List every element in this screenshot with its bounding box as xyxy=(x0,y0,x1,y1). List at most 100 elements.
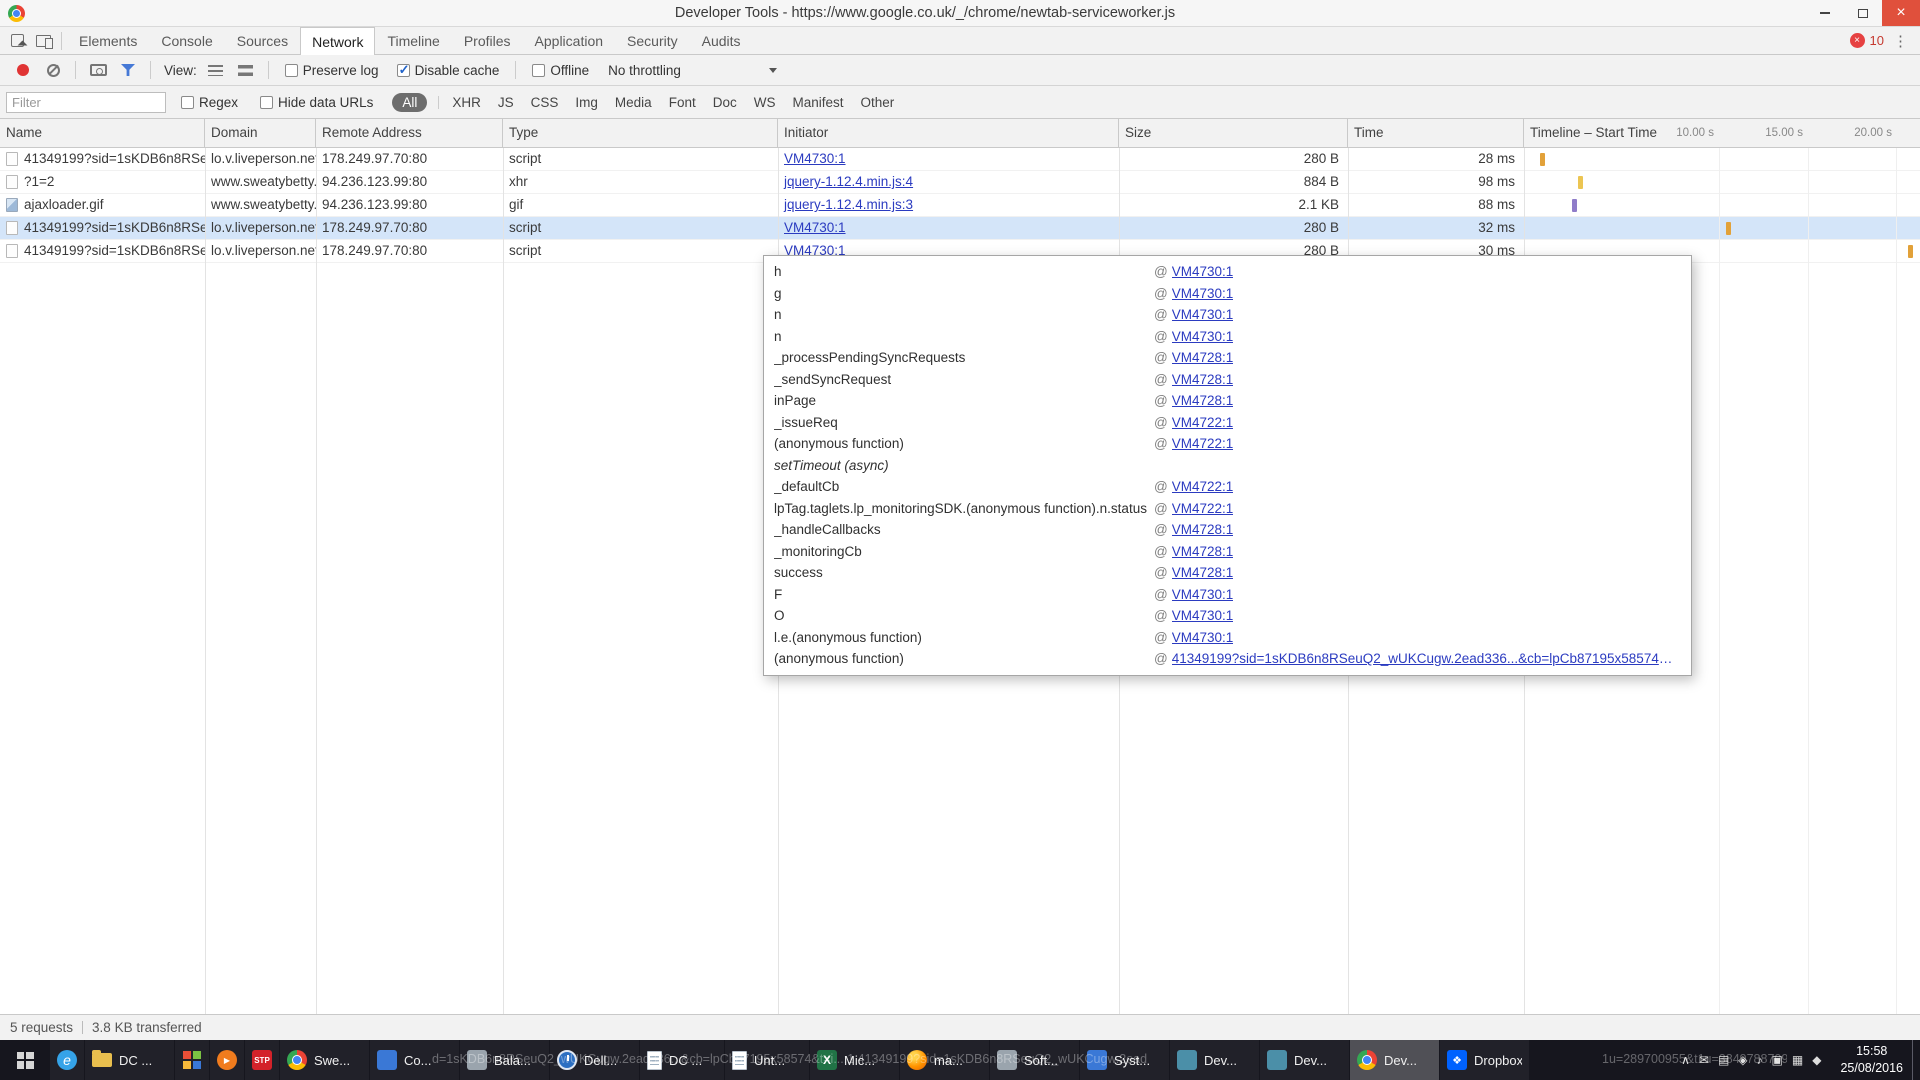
tray-icon[interactable]: ◈ xyxy=(1738,1053,1747,1067)
network-request-row[interactable]: 41349199?sid=1sKDB6n8RSeu... lo.v.livepe… xyxy=(0,148,1920,171)
network-filter-input[interactable] xyxy=(6,92,166,113)
disable-cache-checkbox[interactable]: Disable cache xyxy=(397,63,500,78)
network-request-row[interactable]: ?1=2 www.sweatybetty... 94.236.123.99:80… xyxy=(0,171,1920,194)
column-header[interactable]: Time xyxy=(1348,119,1524,147)
column-header[interactable]: Name xyxy=(0,119,205,147)
record-button[interactable] xyxy=(10,58,36,82)
resource-filter-pill[interactable]: WS xyxy=(752,93,778,112)
column-header[interactable]: Domain xyxy=(205,119,316,147)
tray-icon[interactable]: ▤ xyxy=(1718,1053,1729,1067)
resource-filter-pill[interactable]: Manifest xyxy=(790,93,845,112)
resource-filter-pill[interactable]: Font xyxy=(667,93,698,112)
taskbar-item[interactable]: Mic... xyxy=(810,1040,899,1080)
hide-data-urls-checkbox[interactable]: Hide data URLs xyxy=(260,95,373,110)
maximize-button[interactable] xyxy=(1844,0,1882,26)
stack-source-link[interactable]: VM4730:1 xyxy=(1172,630,1234,645)
tray-icon[interactable]: ▦ xyxy=(1792,1053,1803,1067)
taskbar-item[interactable]: Syst... xyxy=(1080,1040,1169,1080)
stack-source-link[interactable]: VM4730:1 xyxy=(1172,307,1234,322)
taskbar-item[interactable]: Bala... xyxy=(460,1040,549,1080)
start-button[interactable] xyxy=(0,1040,50,1080)
taskbar-item[interactable]: DC ... xyxy=(85,1040,174,1080)
clear-button[interactable] xyxy=(40,58,66,82)
taskbar-item[interactable]: Co... xyxy=(370,1040,459,1080)
column-header[interactable]: Size xyxy=(1119,119,1348,147)
initiator-link[interactable]: jquery-1.12.4.min.js:4 xyxy=(784,174,913,189)
stack-source-link[interactable]: VM4728:1 xyxy=(1172,522,1234,537)
checkbox-icon[interactable] xyxy=(285,64,298,77)
taskbar-clock[interactable]: 15:58 25/08/2016 xyxy=(1831,1040,1912,1080)
tray-icon[interactable]: ✉ xyxy=(1699,1053,1709,1067)
devtools-tab[interactable]: Security xyxy=(615,27,690,54)
stack-source-link[interactable]: 41349199?sid=1sKDB6n8RSeuQ2_wUKCugw.2ead… xyxy=(1172,651,1679,666)
devtools-tab[interactable]: Timeline xyxy=(375,27,451,54)
show-desktop-button[interactable] xyxy=(1912,1040,1920,1080)
resource-filter-pill[interactable]: All xyxy=(392,93,427,112)
stack-source-link[interactable]: VM4722:1 xyxy=(1172,479,1234,494)
stack-source-link[interactable]: VM4728:1 xyxy=(1172,565,1234,580)
stack-source-link[interactable]: VM4722:1 xyxy=(1172,415,1234,430)
devtools-tab[interactable]: Console xyxy=(149,27,224,54)
tray-icon[interactable]: ◆ xyxy=(1812,1053,1821,1067)
filter-toggle-button[interactable] xyxy=(115,58,141,82)
devtools-tab[interactable]: Elements xyxy=(67,27,149,54)
taskbar-item[interactable]: DC ... xyxy=(640,1040,724,1080)
tray-icon[interactable]: ▣ xyxy=(1772,1053,1783,1067)
error-badge-icon[interactable]: × xyxy=(1850,33,1865,48)
column-header[interactable]: Type xyxy=(503,119,778,147)
stack-source-link[interactable]: VM4730:1 xyxy=(1172,286,1234,301)
throttling-select[interactable]: No throttling xyxy=(600,58,785,82)
stack-source-link[interactable]: VM4722:1 xyxy=(1172,501,1234,516)
offline-checkbox[interactable]: Offline xyxy=(532,63,589,78)
inspect-element-button[interactable] xyxy=(4,29,30,53)
checkbox-icon[interactable] xyxy=(532,64,545,77)
minimize-button[interactable] xyxy=(1806,0,1844,26)
stack-source-link[interactable]: VM4728:1 xyxy=(1172,350,1234,365)
filmstrip-button[interactable] xyxy=(85,58,111,82)
taskbar-item[interactable]: Dev... xyxy=(1170,1040,1259,1080)
taskbar-item[interactable] xyxy=(245,1040,279,1080)
kebab-menu-icon[interactable]: ⋮ xyxy=(1889,32,1912,50)
stack-source-link[interactable]: VM4730:1 xyxy=(1172,608,1234,623)
stack-source-link[interactable]: VM4730:1 xyxy=(1172,329,1234,344)
network-request-row[interactable]: ajaxloader.gif www.sweatybetty... 94.236… xyxy=(0,194,1920,217)
taskbar-item[interactable] xyxy=(210,1040,244,1080)
stack-source-link[interactable]: VM4728:1 xyxy=(1172,544,1234,559)
devtools-tab[interactable]: Application xyxy=(523,27,616,54)
tray-icon[interactable]: ∧ xyxy=(1681,1053,1690,1067)
checkbox-icon[interactable] xyxy=(397,64,410,77)
resource-filter-pill[interactable]: XHR xyxy=(450,93,483,112)
devtools-tab[interactable]: Audits xyxy=(690,27,753,54)
stack-source-link[interactable]: VM4728:1 xyxy=(1172,393,1234,408)
network-request-row[interactable]: 41349199?sid=1sKDB6n8RSeu... lo.v.livepe… xyxy=(0,217,1920,240)
initiator-link[interactable]: jquery-1.12.4.min.js:3 xyxy=(784,197,913,212)
resource-filter-pill[interactable]: Doc xyxy=(711,93,739,112)
view-small-rows-button[interactable] xyxy=(203,58,229,82)
taskbar-item[interactable]: ma... xyxy=(900,1040,989,1080)
stack-source-link[interactable]: VM4730:1 xyxy=(1172,587,1234,602)
stack-source-link[interactable]: VM4730:1 xyxy=(1172,264,1234,279)
device-toolbar-button[interactable] xyxy=(30,29,56,53)
taskbar-item[interactable]: Swe... xyxy=(280,1040,369,1080)
devtools-tab[interactable]: Profiles xyxy=(452,27,523,54)
devtools-tab[interactable]: Network xyxy=(300,27,375,56)
close-button[interactable]: × xyxy=(1882,0,1920,26)
stack-source-link[interactable]: VM4728:1 xyxy=(1172,372,1234,387)
taskbar-item[interactable]: Unt... xyxy=(725,1040,809,1080)
resource-filter-pill[interactable]: Img xyxy=(573,93,600,112)
preserve-log-checkbox[interactable]: Preserve log xyxy=(285,63,379,78)
taskbar-item[interactable] xyxy=(50,1040,84,1080)
initiator-link[interactable]: VM4730:1 xyxy=(784,220,846,235)
taskbar-item[interactable]: Soft... xyxy=(990,1040,1079,1080)
checkbox-icon[interactable] xyxy=(260,96,273,109)
devtools-tab[interactable]: Sources xyxy=(225,27,300,54)
column-header[interactable]: Remote Address xyxy=(316,119,503,147)
resource-filter-pill[interactable]: Media xyxy=(613,93,654,112)
taskbar-item[interactable]: Dropbox xyxy=(1440,1040,1529,1080)
view-large-rows-button[interactable] xyxy=(233,58,259,82)
taskbar-item[interactable]: Dev... xyxy=(1260,1040,1349,1080)
resource-filter-pill[interactable]: Other xyxy=(859,93,897,112)
column-header[interactable]: Initiator xyxy=(778,119,1119,147)
regex-checkbox[interactable]: Regex xyxy=(181,95,238,110)
taskbar-item[interactable] xyxy=(175,1040,209,1080)
